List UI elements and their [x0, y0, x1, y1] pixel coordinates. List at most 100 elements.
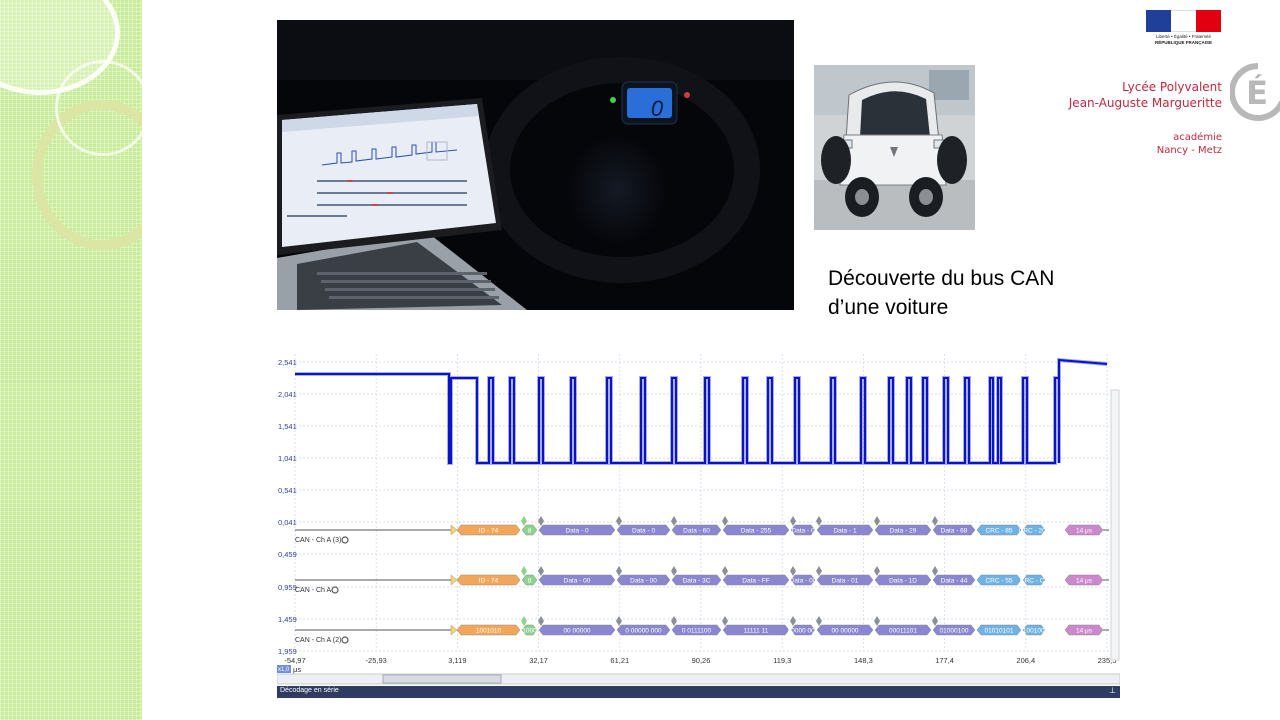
- channel-gear-icon[interactable]: [341, 636, 349, 644]
- scrollbar-thumb[interactable]: [382, 674, 502, 684]
- decode-segment-label: Data - 0: [565, 528, 589, 535]
- decode-segment-label: Data - 00: [564, 578, 591, 585]
- y-axis-labels: 2,541 2,041 1,541 1,041 0,541 0,041 0,459 0,959…: [278, 358, 297, 656]
- y-tick-label: 1,041: [278, 454, 297, 463]
- decode-segment-label: Data - 1: [833, 528, 857, 535]
- decode-segment-label: 14 μs: [1076, 528, 1093, 535]
- decode-segment-label: 00000 000: [788, 628, 819, 635]
- bit-marker: [932, 566, 938, 576]
- decode-segment-label: 14 μs: [1076, 628, 1093, 635]
- x-axis-labels: -54,97 -25,93 3,119 32,17 61,21 90,26 119,3 148…: [277, 656, 1116, 674]
- bit-marker: [722, 616, 728, 626]
- bit-marker: [932, 616, 938, 626]
- decode-segment-label: Data - 00: [630, 578, 657, 585]
- channel-label: CAN - Ch A (3): [295, 537, 341, 544]
- caption-line: d’une voiture: [828, 296, 949, 319]
- decode-segment-label: Data - 01: [832, 578, 859, 585]
- decode-segment-label: 14 μs: [1076, 578, 1093, 585]
- decode-segment-label: 11001001: [1020, 628, 1049, 635]
- bit-marker: [616, 566, 622, 576]
- bit-marker: [671, 566, 677, 576]
- oscilloscope-capture: 2,541 2,041 1,541 1,041 0,541 0,041 0,459 0,959…: [277, 350, 1120, 700]
- bit-marker: [616, 616, 622, 626]
- channel-label: CAN - Ch A: [295, 587, 332, 594]
- decode-segment-label: Data - 1D: [889, 578, 917, 585]
- school-name-line2: Jean-Auguste Margueritte: [1068, 96, 1222, 110]
- decode-segment-label: Data - FF: [742, 578, 769, 585]
- bit-marker: [722, 516, 728, 526]
- decode-segment-label: 1000: [522, 628, 537, 635]
- decorative-ring: [55, 60, 142, 156]
- x-tick-label: -25,93: [366, 656, 387, 665]
- decode-segment-label: Data - 68: [941, 528, 968, 535]
- y-tick-label: 0,959: [278, 583, 297, 592]
- bit-marker: [521, 566, 527, 576]
- academie-label: académie: [1173, 132, 1222, 143]
- decode-segment-label: CRC - C9: [1020, 578, 1049, 585]
- bit-marker: [816, 566, 822, 576]
- channel-gear-icon[interactable]: [341, 536, 349, 544]
- bit-marker: [790, 566, 796, 576]
- y-tick-label: 1,959: [278, 647, 297, 656]
- y-tick-label: 2,041: [278, 390, 297, 399]
- slide-caption: Découverte du bus CAN d’une voiture: [828, 264, 1128, 322]
- decode-segment-label: CRC - 55: [985, 578, 1012, 585]
- x-tick-label: 206,4: [1016, 656, 1035, 665]
- bit-marker: [521, 616, 527, 626]
- decode-segment-label: Data - 44: [941, 578, 968, 585]
- dashboard-speed: 0: [651, 96, 664, 121]
- decode-segment-label: 8: [528, 578, 532, 585]
- decode-segment-label: 00 00000: [831, 628, 858, 635]
- school-logo: Liberté • Égalité • Fraternité RÉPUBLIQU…: [1069, 6, 1280, 166]
- academie-city: Nancy - Metz: [1156, 145, 1222, 156]
- decode-segment-label: Data - 29: [890, 528, 917, 535]
- y-tick-label: 2,541: [278, 358, 297, 367]
- decode-segment-label: 00 00000: [563, 628, 590, 635]
- frame-start-marker: [450, 574, 458, 586]
- bit-marker: [538, 516, 544, 526]
- decode-segment-label: 01010101: [985, 628, 1014, 635]
- twizy-car-photo: [814, 65, 975, 230]
- republic-motto: Liberté • Égalité • Fraternité: [1156, 34, 1211, 39]
- bit-marker: [932, 516, 938, 526]
- scope-plot: 2,541 2,041 1,541 1,041 0,541 0,041 0,459 0,959…: [277, 354, 1120, 685]
- frame-start-marker: [450, 524, 458, 536]
- bit-marker: [521, 516, 527, 526]
- badge-letter: É: [1246, 74, 1268, 112]
- x-tick-label: 90,26: [692, 656, 711, 665]
- republique-francaise-logo: Liberté • Égalité • Fraternité RÉPUBLIQU…: [1146, 10, 1221, 48]
- y-tick-label: 1,459: [278, 615, 297, 624]
- bit-marker: [671, 516, 677, 526]
- bit-marker: [874, 616, 880, 626]
- decode-segment-label: Data - 3C: [683, 578, 711, 585]
- y-tick-label: 0,541: [278, 486, 297, 495]
- decode-segment-label: 11111 11: [744, 628, 769, 635]
- bit-marker: [816, 616, 822, 626]
- bit-marker: [722, 566, 728, 576]
- decode-segment-label: Data - 255: [741, 528, 772, 535]
- serial-decoding-panel-header[interactable]: Décodage en série ⊥: [277, 686, 1120, 698]
- x-tick-label: 119,3: [773, 656, 791, 665]
- decode-segment-label: 00011101: [889, 628, 917, 635]
- scope-grid: [294, 354, 1109, 652]
- decode-segment-label: Data - 60: [683, 528, 710, 535]
- channel-gear-icon[interactable]: [331, 586, 339, 594]
- x-tick-label: -54,97: [284, 656, 305, 665]
- decode-segment-label: ID - 74: [479, 578, 499, 585]
- x-unit-label: μs: [293, 665, 301, 674]
- pin-icon[interactable]: ⊥: [1109, 686, 1116, 695]
- school-name-line1: Lycée Polyvalent: [1122, 80, 1222, 94]
- caption-line: Découverte du bus CAN: [828, 267, 1055, 290]
- frame-start-marker: [450, 624, 458, 636]
- decode-segment-label: 01000100: [940, 628, 969, 635]
- vertical-scrollbar[interactable]: [1110, 389, 1120, 661]
- bit-marker: [874, 566, 880, 576]
- bit-marker: [874, 516, 880, 526]
- decode-segment-label: 1001010: [476, 628, 502, 635]
- laptop-dashboard-photo: 0: [277, 20, 794, 310]
- decorative-green-band: [0, 0, 142, 720]
- decode-segment-label: Data - 0: [632, 528, 656, 535]
- republic-name: RÉPUBLIQUE FRANÇAISE: [1154, 40, 1212, 45]
- x-tick-label: 148,3: [854, 656, 873, 665]
- y-tick-label: 0,041: [278, 518, 297, 527]
